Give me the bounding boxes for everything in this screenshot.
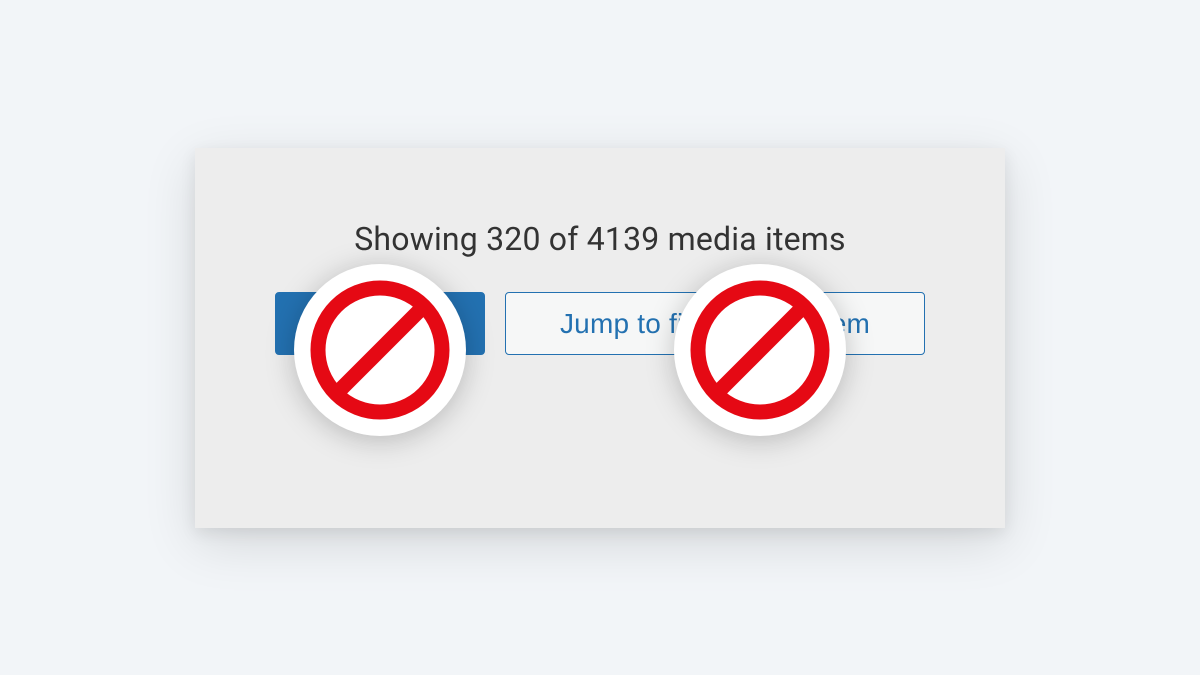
media-count-status: Showing 320 of 4139 media items	[354, 220, 846, 258]
jump-to-first-button[interactable]: Jump to first loaded item	[505, 292, 925, 356]
media-loader-panel: Showing 320 of 4139 media items Load mor…	[195, 148, 1005, 528]
action-button-row: Load more Jump to first loaded item	[275, 292, 925, 356]
load-more-button[interactable]: Load more	[275, 292, 485, 356]
